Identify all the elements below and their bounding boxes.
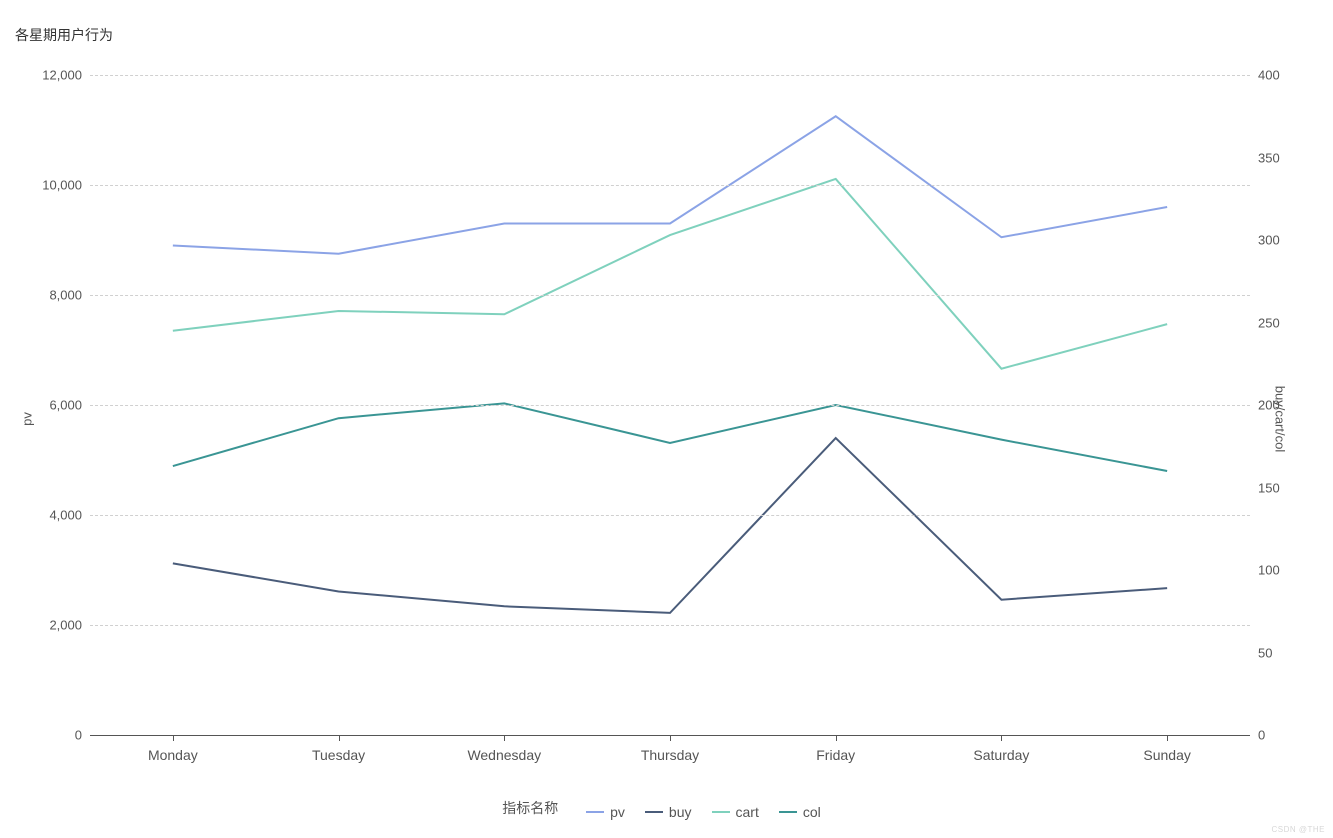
line-chart: 各星期用户行为 pv buy/cart/col MondayTuesdayWed… xyxy=(0,0,1333,838)
legend-item-label: cart xyxy=(736,804,759,820)
y-tick-right-label: 200 xyxy=(1258,398,1280,413)
grid-line xyxy=(90,75,1250,76)
chart-title: 各星期用户行为 xyxy=(15,25,113,45)
x-tick-mark xyxy=(173,735,174,741)
y-axis-left-label: pv xyxy=(19,412,34,426)
x-tick-mark xyxy=(1167,735,1168,741)
x-tick-label: Friday xyxy=(816,747,855,763)
x-tick-label: Monday xyxy=(148,747,198,763)
y-tick-left-label: 10,000 xyxy=(42,178,82,193)
legend-item-buy[interactable]: buy xyxy=(645,804,692,820)
y-tick-right-label: 0 xyxy=(1258,728,1265,743)
y-tick-left-label: 8,000 xyxy=(49,288,82,303)
y-tick-left-label: 6,000 xyxy=(49,398,82,413)
y-tick-left-label: 0 xyxy=(75,728,82,743)
y-tick-right-label: 350 xyxy=(1258,150,1280,165)
y-tick-right-label: 250 xyxy=(1258,315,1280,330)
grid-line xyxy=(90,185,1250,186)
legend-item-label: pv xyxy=(610,804,625,820)
x-tick-label: Tuesday xyxy=(312,747,365,763)
legend-swatch-icon xyxy=(645,811,663,813)
legend: 指标名称 pv buy cart col xyxy=(0,798,1333,820)
y-tick-right-label: 400 xyxy=(1258,68,1280,83)
x-tick-mark xyxy=(339,735,340,741)
x-tick-label: Thursday xyxy=(641,747,699,763)
legend-swatch-icon xyxy=(586,811,604,813)
y-tick-right-label: 100 xyxy=(1258,563,1280,578)
y-tick-left-label: 2,000 xyxy=(49,618,82,633)
grid-line xyxy=(90,405,1250,406)
legend-item-label: buy xyxy=(669,804,692,820)
x-tick-label: Saturday xyxy=(973,747,1029,763)
legend-title: 指标名称 xyxy=(502,800,558,816)
y-tick-left-label: 4,000 xyxy=(49,508,82,523)
series-line-col xyxy=(173,403,1167,471)
y-tick-right-label: 150 xyxy=(1258,480,1280,495)
y-tick-left-label: 12,000 xyxy=(42,68,82,83)
grid-line xyxy=(90,625,1250,626)
y-tick-right-label: 300 xyxy=(1258,233,1280,248)
series-line-buy xyxy=(173,438,1167,613)
x-tick-label: Wednesday xyxy=(467,747,541,763)
grid-line xyxy=(90,515,1250,516)
legend-swatch-icon xyxy=(712,811,730,813)
legend-item-label: col xyxy=(803,804,821,820)
legend-item-col[interactable]: col xyxy=(779,804,821,820)
series-line-cart xyxy=(173,179,1167,369)
grid-line xyxy=(90,295,1250,296)
x-tick-mark xyxy=(1001,735,1002,741)
legend-swatch-icon xyxy=(779,811,797,813)
x-tick-label: Sunday xyxy=(1143,747,1190,763)
plot-area: MondayTuesdayWednesdayThursdayFridaySatu… xyxy=(90,75,1250,735)
legend-item-pv[interactable]: pv xyxy=(586,804,625,820)
y-axis-right-label: buy/cart/col xyxy=(1272,386,1287,452)
y-tick-right-label: 50 xyxy=(1258,645,1272,660)
legend-item-cart[interactable]: cart xyxy=(712,804,759,820)
watermark: CSDN @THE xyxy=(1271,825,1325,834)
x-tick-mark xyxy=(836,735,837,741)
x-tick-mark xyxy=(670,735,671,741)
x-tick-mark xyxy=(504,735,505,741)
